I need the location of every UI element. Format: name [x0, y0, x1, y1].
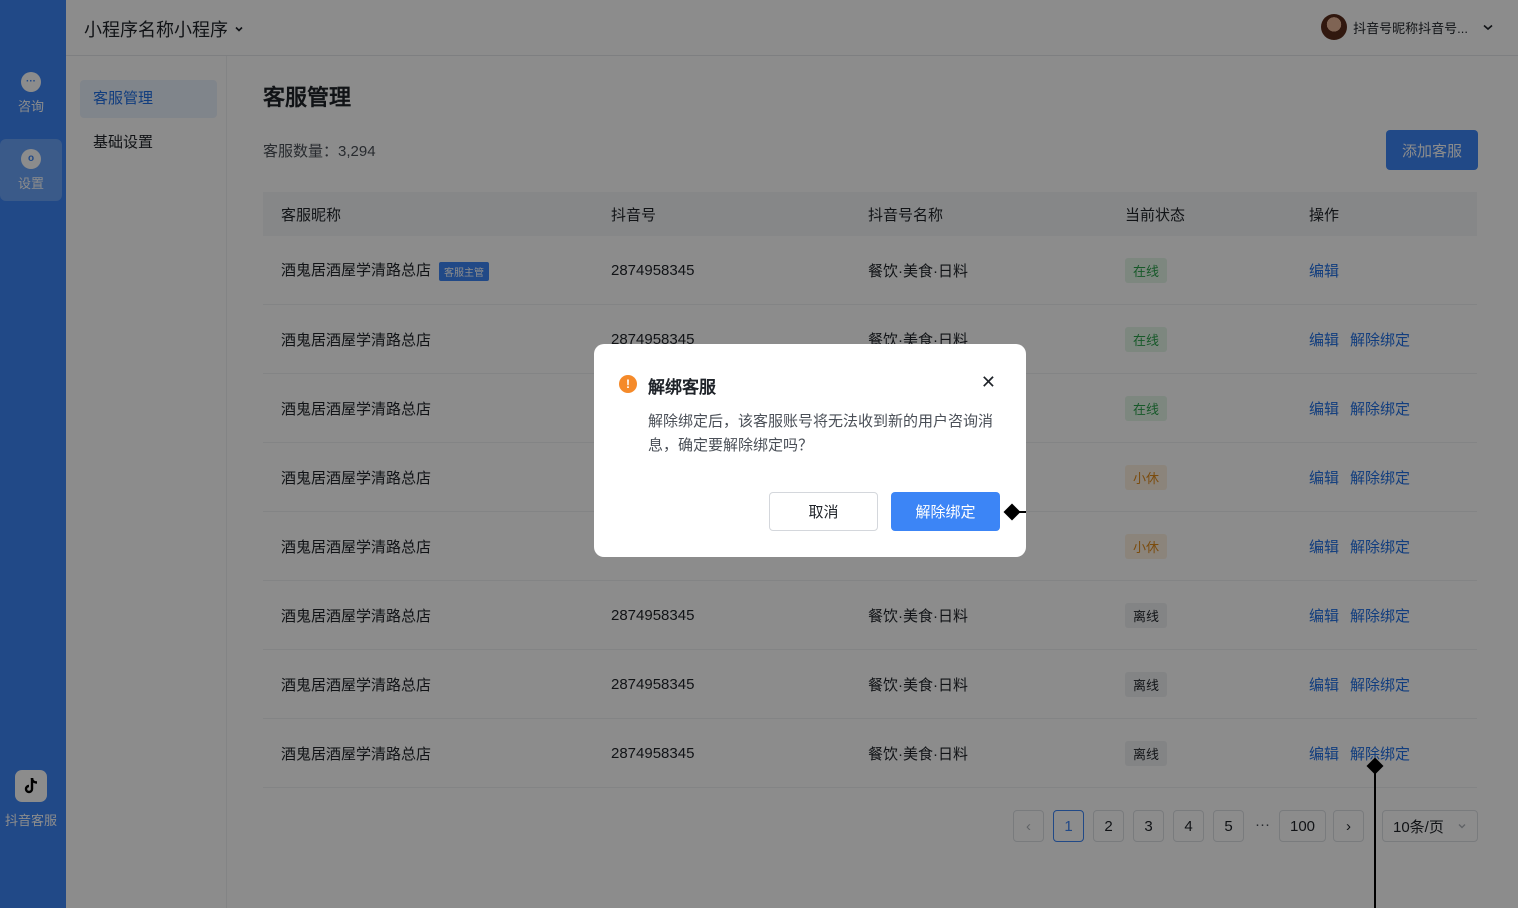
dialog-title: 解绑客服: [648, 378, 716, 397]
cancel-button[interactable]: 取消: [769, 492, 878, 531]
warning-icon: !: [619, 375, 637, 393]
dialog-message: 解除绑定后，该客服账号将无法收到新的用户咨询消息，确定要解除绑定吗？: [648, 413, 994, 454]
close-icon[interactable]: ✕: [981, 372, 996, 393]
unbind-dialog: ! 解绑客服 ✕ 解除绑定后，该客服账号将无法收到新的用户咨询消息，确定要解除绑…: [594, 344, 1026, 557]
annotation-connector: [1374, 765, 1376, 908]
confirm-unbind-button[interactable]: 解除绑定: [891, 492, 1000, 531]
